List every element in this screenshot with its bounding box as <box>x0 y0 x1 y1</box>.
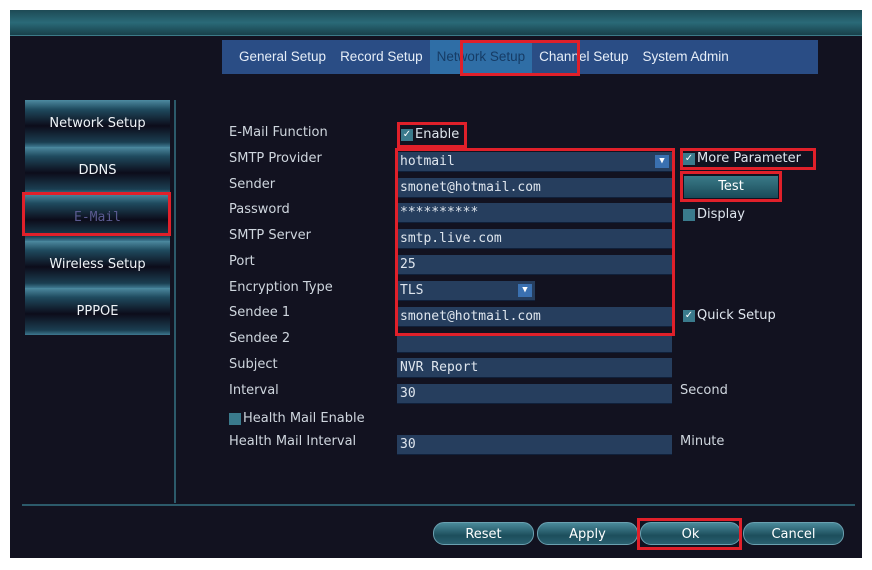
ok-button[interactable]: Ok <box>640 522 741 545</box>
label-email-function: E-Mail Function <box>229 125 328 140</box>
title-bar <box>10 10 862 36</box>
health-mail-enable-label: Health Mail Enable <box>243 411 365 426</box>
interval-unit: Second <box>680 383 728 398</box>
chevron-down-icon: ▼ <box>655 155 669 168</box>
health-mail-interval-input[interactable]: 30 <box>397 435 672 455</box>
label-encryption-type: Encryption Type <box>229 280 333 295</box>
sidebar-item-pppoe[interactable]: PPPOE <box>25 288 170 335</box>
label-smtp-provider: SMTP Provider <box>229 151 322 166</box>
password-input[interactable]: ********** <box>397 203 672 223</box>
sidebar-item-network-setup[interactable]: Network Setup <box>25 100 170 147</box>
quick-setup-label: Quick Setup <box>697 308 776 323</box>
subject-input[interactable]: NVR Report <box>397 358 672 378</box>
smtp-provider-value: hotmail <box>400 154 455 169</box>
divider <box>22 504 855 506</box>
label-health-mail-interval: Health Mail Interval <box>229 434 357 449</box>
label-sender: Sender <box>229 177 276 192</box>
label-sendee-2: Sendee 2 <box>229 331 291 346</box>
apply-button[interactable]: Apply <box>537 522 638 545</box>
tab-system-admin[interactable]: System Admin <box>636 40 736 74</box>
check-icon: ✓ <box>683 309 695 322</box>
label-port: Port <box>229 254 255 269</box>
label-sendee-1: Sendee 1 <box>229 305 291 320</box>
test-button[interactable]: Test <box>684 176 778 198</box>
tab-general-setup[interactable]: General Setup <box>232 40 333 74</box>
smtp-server-input[interactable]: smtp.live.com <box>397 229 672 249</box>
sidebar-item-wireless-setup[interactable]: Wireless Setup <box>25 241 170 288</box>
display-label: Display <box>697 207 745 222</box>
sender-input[interactable]: smonet@hotmail.com <box>397 178 672 198</box>
sidebar-item-ddns[interactable]: DDNS <box>25 147 170 194</box>
health-interval-unit: Minute <box>680 434 725 449</box>
health-mail-enable-checkbox[interactable]: Health Mail Enable <box>229 411 365 426</box>
encryption-type-select[interactable]: TLS ▼ <box>397 281 535 301</box>
quick-setup-checkbox[interactable]: ✓ Quick Setup <box>683 308 776 323</box>
sendee-1-input[interactable]: smonet@hotmail.com <box>397 307 672 327</box>
tab-network-setup[interactable]: Network Setup <box>429 40 533 74</box>
display-checkbox[interactable]: Display <box>683 207 745 222</box>
encryption-value: TLS <box>400 283 424 298</box>
interval-input[interactable]: 30 <box>397 384 672 404</box>
tab-channel-setup[interactable]: Channel Setup <box>532 40 635 74</box>
divider <box>174 100 176 503</box>
checkbox-icon <box>229 412 241 425</box>
port-input[interactable]: 25 <box>397 255 672 275</box>
nvr-window: General Setup Record Setup Network Setup… <box>10 10 862 558</box>
top-tabs: General Setup Record Setup Network Setup… <box>222 40 818 74</box>
reset-button[interactable]: Reset <box>433 522 534 545</box>
label-smtp-server: SMTP Server <box>229 228 312 243</box>
label-interval: Interval <box>229 383 279 398</box>
check-icon: ✓ <box>401 128 413 141</box>
enable-checkbox[interactable]: ✓ Enable <box>401 127 459 142</box>
chevron-down-icon: ▼ <box>518 284 532 297</box>
cancel-button[interactable]: Cancel <box>743 522 844 545</box>
label-password: Password <box>229 202 290 217</box>
sidebar-item-email[interactable]: E-Mail <box>25 194 170 241</box>
sendee-2-input[interactable] <box>397 333 672 353</box>
label-subject: Subject <box>229 357 278 372</box>
more-parameter-checkbox[interactable]: ✓ More Parameter <box>683 151 801 166</box>
checkbox-icon <box>683 208 695 221</box>
tab-record-setup[interactable]: Record Setup <box>333 40 430 74</box>
more-parameter-label: More Parameter <box>697 151 801 166</box>
sidebar: Network Setup DDNS E-Mail Wireless Setup… <box>25 100 170 335</box>
enable-label: Enable <box>415 127 460 142</box>
check-icon: ✓ <box>683 152 695 165</box>
smtp-provider-select[interactable]: hotmail ▼ <box>397 152 672 172</box>
